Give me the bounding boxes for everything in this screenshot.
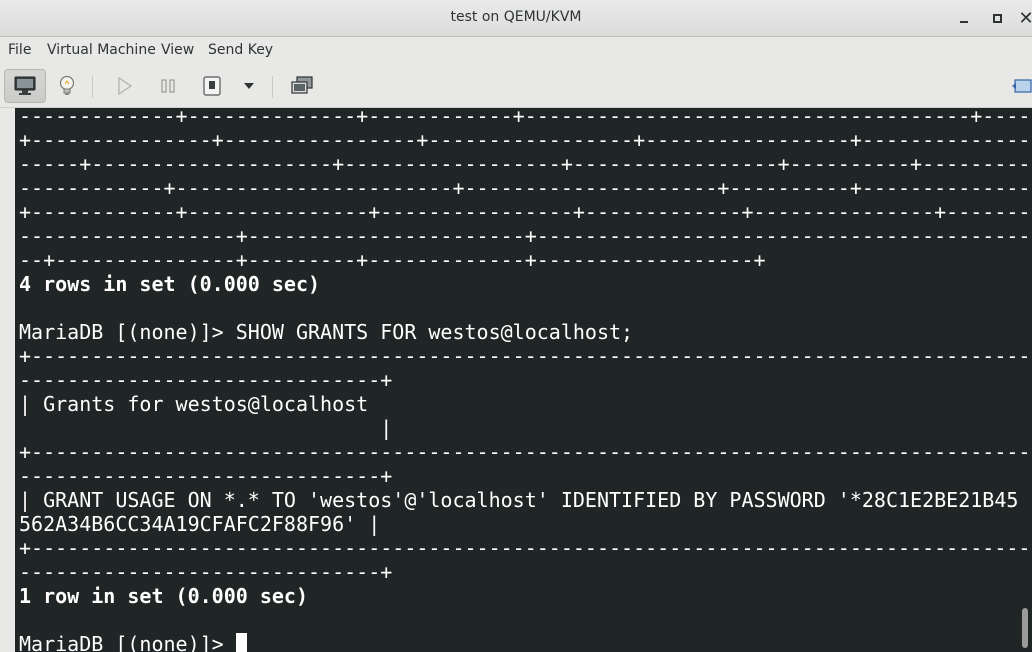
console-line: +------------+---------------+----------… bbox=[19, 200, 1032, 224]
snapshots-button[interactable] bbox=[287, 69, 317, 103]
lightbulb-icon bbox=[59, 75, 75, 95]
console-line: | Grants for westos@localhost bbox=[19, 392, 369, 416]
fullscreen-icon bbox=[1012, 79, 1032, 93]
play-icon bbox=[118, 77, 133, 95]
minimize-button[interactable] bbox=[953, 7, 975, 29]
power-icon bbox=[203, 76, 221, 96]
run-button[interactable] bbox=[110, 69, 140, 103]
window-title: test on QEMU/KVM bbox=[450, 9, 582, 25]
fullscreen-button[interactable] bbox=[1010, 69, 1032, 103]
console-line: | bbox=[19, 416, 393, 440]
console-line: --+---------------+---------+-----------… bbox=[19, 248, 766, 272]
vm-console[interactable]: -------------+--------------+-----------… bbox=[15, 108, 1032, 652]
shutdown-button[interactable] bbox=[198, 69, 226, 103]
vm-window: test on QEMU/KVM ✕ File Virtual Machine … bbox=[0, 0, 1032, 652]
console-line: 4 rows in set (0.000 sec) bbox=[19, 272, 321, 296]
console-line: ------------------+---------------------… bbox=[19, 224, 1032, 248]
console-line: MariaDB [(none)]> SHOW GRANTS FOR westos… bbox=[19, 320, 634, 344]
console-line: 562A34B6CC34A19CFAFC2F88F96' | bbox=[19, 512, 381, 536]
console-line: ------------------------------+ bbox=[19, 560, 393, 584]
console-scrollbar[interactable] bbox=[1022, 608, 1028, 648]
toolbar bbox=[0, 64, 1032, 108]
minimize-icon bbox=[960, 21, 968, 23]
console-line: ------------------------------+ bbox=[19, 368, 393, 392]
console-line: ------------------------------+ bbox=[19, 464, 393, 488]
menu-file[interactable]: File bbox=[8, 42, 31, 58]
console-line: -------------+--------------+-----------… bbox=[19, 108, 1032, 128]
maximize-icon bbox=[992, 13, 1002, 23]
console-line: +---------------------------------------… bbox=[19, 344, 1032, 368]
close-button[interactable]: ✕ bbox=[1015, 7, 1032, 29]
toolbar-separator bbox=[92, 76, 93, 98]
menu-bar: File Virtual Machine View Send Key bbox=[0, 37, 1032, 64]
show-console-button[interactable] bbox=[4, 69, 46, 103]
maximize-button[interactable] bbox=[986, 7, 1008, 29]
chevron-down-icon bbox=[244, 83, 254, 89]
toolbar-separator bbox=[272, 76, 273, 98]
snapshot-icon bbox=[291, 76, 313, 94]
console-line: 1 row in set (0.000 sec) bbox=[19, 584, 308, 608]
menu-send-key[interactable]: Send Key bbox=[208, 42, 273, 58]
console-line: | GRANT USAGE ON *.* TO 'westos'@'localh… bbox=[19, 488, 1019, 512]
console-line: +---------------+----------------+------… bbox=[19, 128, 1032, 152]
console-line: ------------+-----------------------+---… bbox=[19, 176, 1032, 200]
show-details-button[interactable] bbox=[52, 69, 82, 103]
pause-icon bbox=[161, 79, 175, 93]
console-line: +---------------------------------------… bbox=[19, 440, 1032, 464]
console-line: MariaDB [(none)]> bbox=[19, 632, 247, 652]
console-line: -----+--------------------+-------------… bbox=[19, 152, 1032, 176]
pause-button[interactable] bbox=[153, 69, 183, 103]
shutdown-menu-button[interactable] bbox=[238, 69, 260, 103]
menu-view[interactable]: View bbox=[161, 42, 194, 58]
menu-virtual-machine[interactable]: Virtual Machine bbox=[47, 42, 156, 58]
text-cursor bbox=[235, 633, 247, 652]
console-line: +---------------------------------------… bbox=[19, 536, 1032, 560]
monitor-icon bbox=[14, 76, 36, 95]
title-bar[interactable]: test on QEMU/KVM ✕ bbox=[0, 0, 1032, 37]
close-icon: ✕ bbox=[1018, 7, 1032, 29]
